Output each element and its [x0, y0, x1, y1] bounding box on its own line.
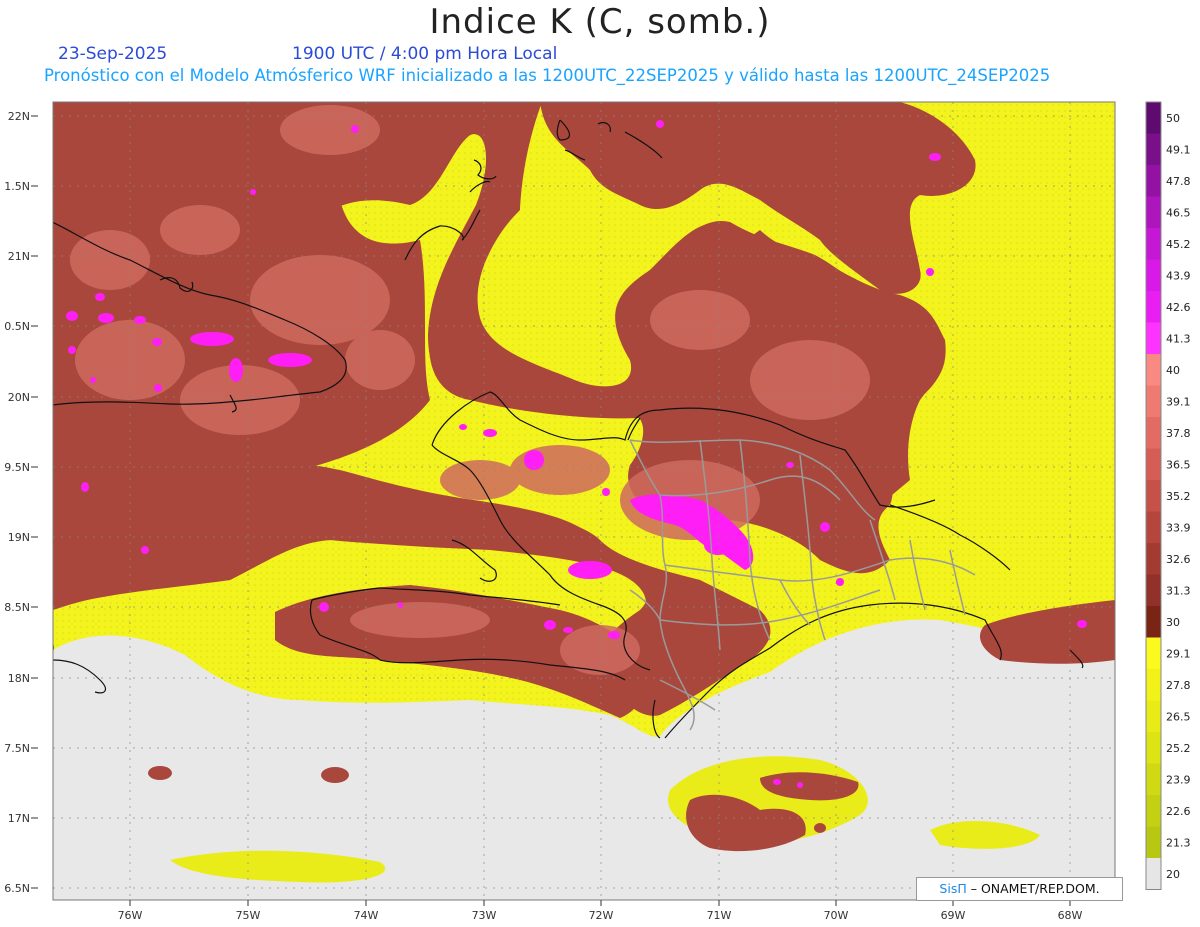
lat-label: 20N: [8, 391, 30, 404]
colorbar-swatch: [1146, 543, 1161, 575]
colorbar-label: 39.1: [1166, 396, 1191, 409]
colorbar-swatch: [1146, 102, 1161, 134]
colorbar-swatch: [1146, 480, 1161, 512]
colorbar-swatch: [1146, 196, 1161, 228]
colorbar-swatch: [1146, 354, 1161, 386]
lat-label: 0.5N: [4, 320, 30, 333]
colorbar-swatch: [1146, 448, 1161, 480]
k-index-map: 22N 1.5N 21N 0.5N 20N 9.5N 19N 8.5N 18N …: [4, 101, 1191, 922]
lat-label: 9.5N: [4, 461, 30, 474]
latitude-labels: 22N 1.5N 21N 0.5N 20N 9.5N 19N 8.5N 18N …: [4, 110, 30, 895]
colorbar-swatch: [1146, 763, 1161, 795]
colorbar-label: 29.1: [1166, 648, 1191, 661]
lon-label: 70W: [824, 909, 849, 922]
colorbar-swatch: [1146, 732, 1161, 764]
brand-logo: SisΠ: [939, 881, 967, 896]
colorbar-label: 27.8: [1166, 679, 1191, 692]
lat-label: 8.5N: [4, 601, 30, 614]
colorbar-label: 32.6: [1166, 553, 1191, 566]
lat-label: 21N: [8, 250, 30, 263]
lat-label: 7.5N: [4, 742, 30, 755]
colorbar-label: 46.5: [1166, 207, 1191, 220]
colorbar-label: 50: [1166, 112, 1180, 125]
lon-label: 73W: [472, 909, 497, 922]
colorbar-label: 43.9: [1166, 270, 1191, 283]
colorbar-swatch: [1146, 417, 1161, 449]
colorbar-swatch: [1146, 291, 1161, 323]
lon-label: 69W: [941, 909, 966, 922]
colorbar-label: 31.3: [1166, 585, 1191, 598]
colorbar-label: 40: [1166, 364, 1180, 377]
lon-label: 71W: [707, 909, 732, 922]
colorbar-label: 37.8: [1166, 427, 1191, 440]
lat-label: 1.5N: [4, 180, 30, 193]
colorbar-label: 21.3: [1166, 837, 1191, 850]
colorbar-swatch: [1146, 385, 1161, 417]
colorbar: 50 49.1 47.8 46.5 45.2 43.9 42.6 41.3 40 39.1 37.8…: [1145, 101, 1191, 890]
longitude-labels: 76W 75W 74W 73W 72W 71W 70W 69W 68W: [118, 909, 1083, 922]
lat-label: 19N: [8, 531, 30, 544]
colorbar-label: 35.2: [1166, 490, 1191, 503]
colorbar-label: 36.5: [1166, 459, 1191, 472]
colorbar-swatch: [1146, 322, 1161, 354]
credit-text: – ONAMET/REP.DOM.: [970, 881, 1100, 896]
colorbar-label: 30: [1166, 616, 1180, 629]
colorbar-swatch: [1146, 795, 1161, 827]
lon-label: 72W: [589, 909, 614, 922]
lat-label: 6.5N: [4, 882, 30, 895]
lon-label: 74W: [354, 909, 379, 922]
credit-box: SisΠ – ONAMET/REP.DOM.: [916, 877, 1123, 901]
colorbar-label: 45.2: [1166, 238, 1191, 251]
colorbar-label: 47.8: [1166, 175, 1191, 188]
colorbar-label: 22.6: [1166, 805, 1191, 818]
colorbar-swatch: [1146, 165, 1161, 197]
colorbar-swatch: [1146, 228, 1161, 260]
colorbar-swatch: [1146, 826, 1161, 858]
colorbar-label: 41.3: [1166, 333, 1191, 346]
colorbar-swatch: [1146, 700, 1161, 732]
lon-label: 75W: [236, 909, 261, 922]
colorbar-swatch: [1146, 637, 1161, 669]
colorbar-swatch: [1146, 259, 1161, 291]
colorbar-label: 20: [1166, 868, 1180, 881]
colorbar-label: 26.5: [1166, 711, 1191, 724]
colorbar-label: 25.2: [1166, 742, 1191, 755]
colorbar-label: 23.9: [1166, 774, 1191, 787]
colorbar-swatch: [1146, 858, 1161, 890]
colorbar-label: 49.1: [1166, 144, 1191, 157]
lon-label: 68W: [1058, 909, 1083, 922]
colorbar-swatch: [1146, 574, 1161, 606]
colorbar-swatch: [1146, 669, 1161, 701]
lat-label: 18N: [8, 672, 30, 685]
lat-label: 17N: [8, 812, 30, 825]
lon-label: 76W: [118, 909, 143, 922]
colorbar-label: 33.9: [1166, 522, 1191, 535]
lat-label: 22N: [8, 110, 30, 123]
colorbar-label: 42.6: [1166, 301, 1191, 314]
colorbar-swatch: [1146, 606, 1161, 638]
colorbar-swatch: [1146, 511, 1161, 543]
colorbar-swatch: [1146, 133, 1161, 165]
